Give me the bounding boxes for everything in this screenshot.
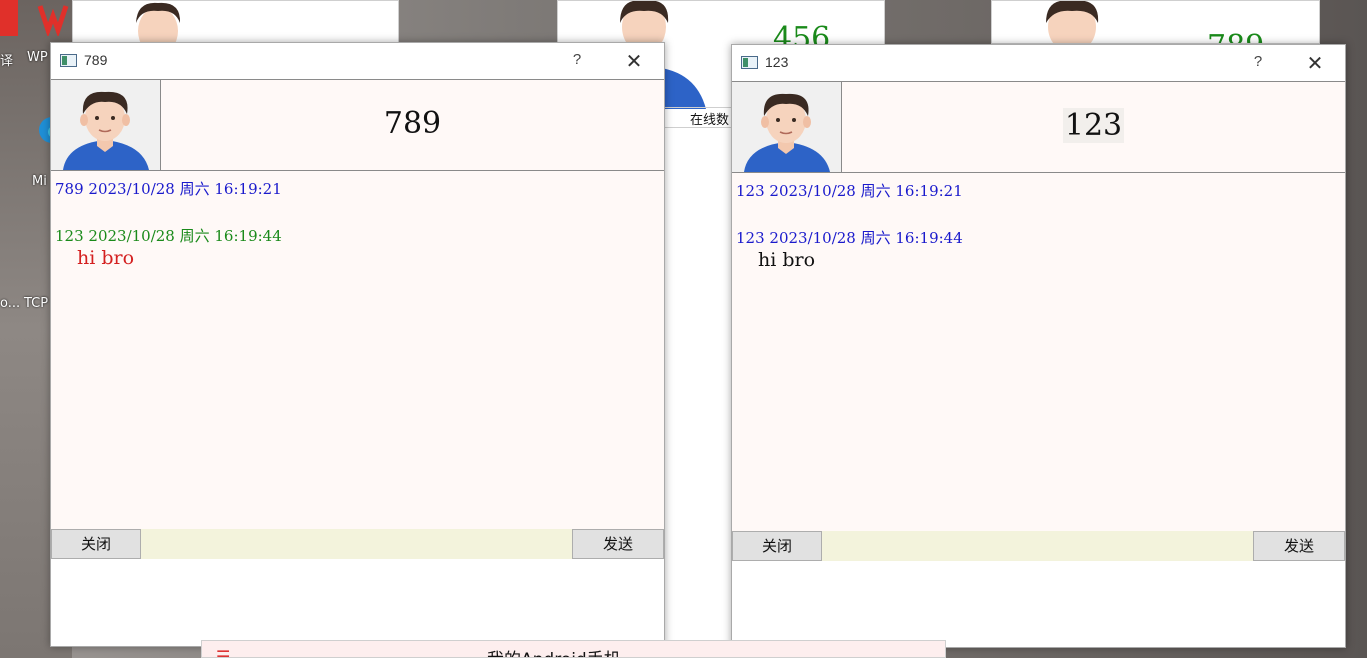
bottom-area — [732, 561, 1345, 647]
chat-window-123[interactable]: 123 ? ✕ 123 123 2023/10/28 周六 16:19:21 1… — [731, 44, 1346, 648]
message-meta: 123 2023/10/28 周六 16:19:44 — [736, 229, 963, 247]
desktop-label: 译 — [0, 54, 14, 69]
background-window-panel — [664, 128, 732, 658]
title-bar[interactable]: 123 ? ✕ — [732, 45, 1345, 81]
desktop-label: Mi — [32, 174, 47, 189]
close-icon[interactable]: ✕ — [1303, 51, 1327, 75]
help-button[interactable]: ? — [1248, 53, 1268, 73]
close-button[interactable]: 关闭 — [732, 531, 822, 561]
send-button[interactable]: 发送 — [572, 529, 664, 559]
message-body: hi bro — [77, 247, 135, 269]
desktop-label: TCP — [24, 296, 49, 311]
desktop-label: o... — [0, 296, 21, 311]
send-button[interactable]: 发送 — [1253, 531, 1345, 561]
message-history[interactable]: 123 2023/10/28 周六 16:19:21 123 2023/10/2… — [732, 173, 1345, 531]
online-count-label: 在线数 — [690, 113, 730, 128]
wps-icon[interactable] — [36, 0, 70, 38]
window-title: 789 — [84, 52, 108, 68]
avatar — [123, 1, 193, 43]
chat-window-789[interactable]: 789 ? ✕ 789 789 2023/10/28 周六 16:19:21 1… — [50, 42, 665, 647]
message-meta: 123 2023/10/28 周六 16:19:21 — [736, 182, 963, 200]
message-meta: 123 2023/10/28 周六 16:19:44 — [55, 227, 282, 245]
contact-name: 789 — [1207, 29, 1264, 43]
avatar — [732, 82, 841, 172]
close-icon[interactable]: ✕ — [622, 49, 646, 73]
chat-header: 123 — [732, 81, 1345, 173]
contact-name-text: 123 — [1062, 108, 1125, 143]
avatar — [1028, 1, 1118, 43]
header-name-box: 123 — [841, 82, 1345, 172]
avatar — [51, 80, 160, 170]
contact-name: 789 — [383, 106, 442, 141]
message-input[interactable] — [822, 531, 1253, 561]
message-meta: 789 2023/10/28 周六 16:19:21 — [55, 180, 282, 198]
message-history[interactable]: 789 2023/10/28 周六 16:19:21 123 2023/10/2… — [51, 171, 664, 529]
help-button[interactable]: ? — [567, 51, 587, 71]
window-app-icon — [60, 54, 77, 67]
background-window[interactable] — [72, 0, 399, 44]
message-input[interactable] — [141, 529, 572, 559]
chat-header: 789 — [51, 79, 664, 171]
window-app-icon — [741, 56, 758, 69]
title-bar[interactable]: 789 ? ✕ — [51, 43, 664, 79]
header-name-box: 789 — [160, 80, 664, 170]
background-window-789[interactable]: 789 — [991, 0, 1320, 44]
background-window-android[interactable]: ☰ 我的Android手机 — [201, 640, 946, 658]
bottom-area — [51, 559, 664, 646]
desktop-app-icon[interactable] — [0, 0, 18, 36]
message-body: hi bro — [758, 249, 816, 271]
close-button[interactable]: 关闭 — [51, 529, 141, 559]
app-icon: ☰ — [216, 647, 231, 658]
desktop-label: WP — [27, 50, 48, 65]
window-title: 我的Android手机 — [487, 645, 621, 657]
contact-name: 123 — [842, 108, 1345, 143]
window-title: 123 — [765, 54, 789, 70]
